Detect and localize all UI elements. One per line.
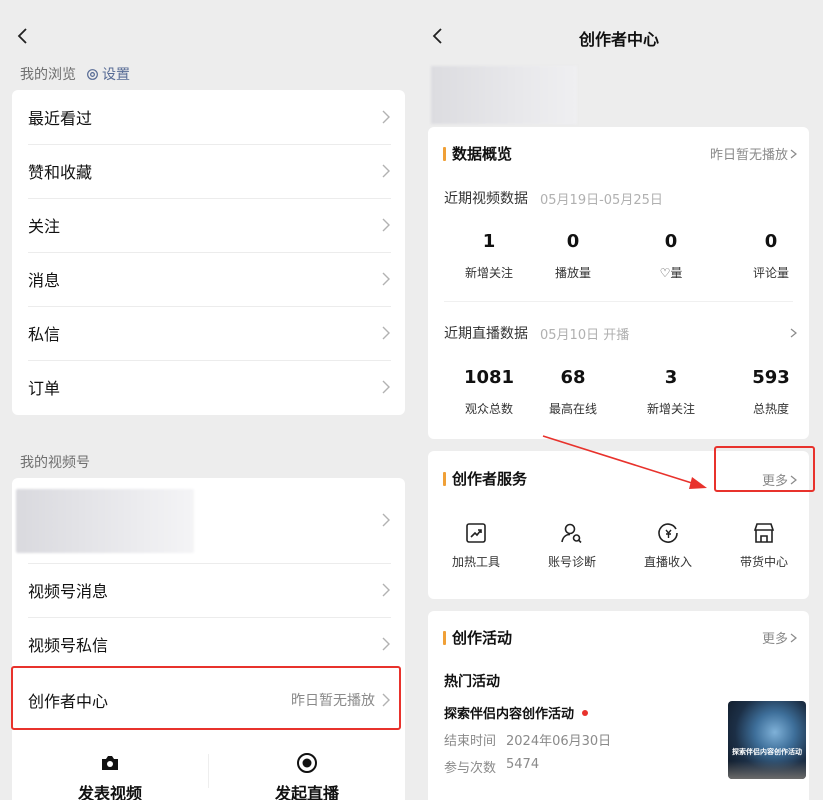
chevron-right-icon [381,637,391,651]
chevron-right-icon [381,380,391,394]
chevron-right-icon [381,110,391,124]
chevron-left-icon [17,28,27,44]
chevron-right-icon [381,272,391,286]
back-button[interactable] [14,27,32,45]
browse-item-follow[interactable]: 关注 [12,198,405,252]
channel-profile-row[interactable] [12,478,405,564]
browse-item-label: 私信 [28,325,61,344]
chevron-right-icon [381,164,391,178]
settings-link[interactable]: 设置 [86,64,130,84]
browse-item-label: 关注 [28,217,61,236]
channel-item-private-messages[interactable]: 视频号私信 [12,617,405,671]
publish-video-label: 发表视频 [77,784,142,800]
chevron-right-icon [381,512,391,531]
browse-item-label: 最近看过 [28,109,93,128]
chevron-right-icon [381,583,391,597]
annotation-arrow [542,435,707,489]
start-live-label: 发起直播 [274,784,339,800]
browse-item-label: 消息 [28,271,61,290]
channel-item-label: 视频号消息 [28,582,109,601]
channels-card: 视频号消息 视频号私信 创作者中心 昨日暂无播放 发表视频 发起直播 [12,478,405,800]
live-icon [297,753,317,773]
browse-header: 我的浏览 设置 [20,64,130,84]
browse-item-messages[interactable]: 消息 [12,252,405,306]
highlight-creator-center [11,666,401,730]
browse-item-recent[interactable]: 最近看过 [12,90,405,144]
browse-item-private-messages[interactable]: 私信 [12,306,405,360]
start-live-button[interactable]: 发起直播 [209,736,405,800]
chevron-right-icon [381,326,391,340]
channel-item-label: 视频号私信 [28,636,109,655]
channel-item-messages[interactable]: 视频号消息 [12,563,405,617]
right-panel: 创作者中心 数据概览 昨日暂无播放 近期视频数据 05月19日-05月25日 1… [415,0,823,800]
chevron-right-icon [381,218,391,232]
publish-video-button[interactable]: 发表视频 [12,736,208,800]
left-panel: 我的浏览 设置 最近看过 赞和收藏 关注 消息 私信 订单 我的视频号 视频号消… [0,0,415,800]
browse-item-orders[interactable]: 订单 [12,360,405,414]
browse-item-label: 赞和收藏 [28,163,93,182]
section-title-browse: 我的浏览 [20,67,76,83]
camera-icon [102,756,118,770]
blurred-avatar [16,489,194,553]
browse-item-likes[interactable]: 赞和收藏 [12,144,405,198]
browse-card: 最近看过 赞和收藏 关注 消息 私信 订单 [12,90,405,415]
settings-label: 设置 [102,67,130,83]
gear-icon [87,68,98,80]
section-title-channels: 我的视频号 [20,455,90,471]
browse-item-label: 订单 [28,379,61,398]
